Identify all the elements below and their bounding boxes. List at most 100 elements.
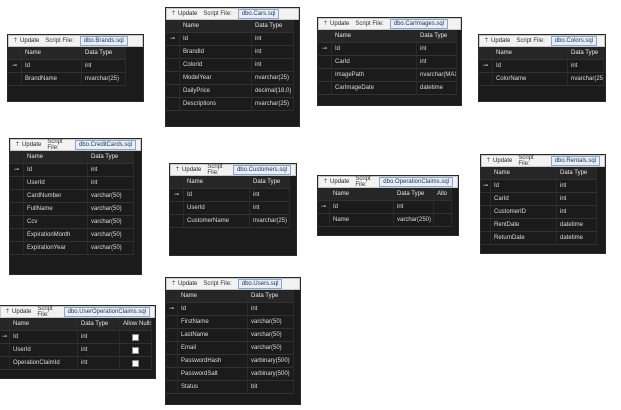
- script-file-name[interactable]: dbo.Cars.sql: [237, 9, 280, 19]
- data-type-cell[interactable]: int: [557, 180, 597, 193]
- column-name-cell[interactable]: UserId: [10, 344, 78, 357]
- data-type-cell[interactable]: varchar(50): [248, 316, 294, 329]
- column-name-cell[interactable]: Id: [330, 201, 394, 214]
- column-name-cell[interactable]: ImagePath: [332, 69, 417, 82]
- data-type-cell[interactable]: int: [248, 303, 294, 316]
- column-name-cell[interactable]: UserId: [184, 202, 250, 215]
- column-name-cell[interactable]: Id: [184, 189, 250, 202]
- script-file-name[interactable]: dbo.OperationClaims.sql: [379, 177, 453, 187]
- data-type-cell[interactable]: int: [394, 201, 434, 214]
- allow-nulls-checkbox[interactable]: [132, 333, 139, 341]
- update-button[interactable]: ⇡ Update: [484, 38, 510, 44]
- column-name-cell[interactable]: ColorId: [180, 59, 252, 72]
- column-name-cell[interactable]: UserId: [24, 177, 88, 190]
- data-type-cell[interactable]: int: [568, 60, 604, 73]
- data-type-cell[interactable]: nvarchar(25): [252, 98, 294, 111]
- data-type-cell[interactable]: int: [78, 344, 120, 357]
- update-button[interactable]: ⇡ Update: [323, 21, 349, 27]
- update-button[interactable]: ⇡ Update: [15, 142, 41, 148]
- update-button[interactable]: ⇡ Update: [171, 11, 197, 17]
- data-type-cell[interactable]: nvarchar(25): [82, 73, 126, 86]
- script-file-name[interactable]: dbo.Colors.sql: [550, 36, 598, 46]
- column-name-cell[interactable]: PasswordHash: [178, 355, 248, 368]
- column-name-cell[interactable]: Id: [491, 180, 557, 193]
- data-type-cell[interactable]: int: [88, 164, 134, 177]
- column-name-cell[interactable]: FullName: [24, 203, 88, 216]
- data-type-cell[interactable]: int: [88, 177, 134, 190]
- script-file-name[interactable]: dbo.CreditCards.sql: [74, 140, 136, 150]
- data-type-cell[interactable]: int: [417, 43, 457, 56]
- column-name-cell[interactable]: ExpirationMonth: [24, 229, 88, 242]
- column-name-cell[interactable]: LastName: [178, 329, 248, 342]
- data-type-cell[interactable]: int: [78, 331, 120, 344]
- column-name-cell[interactable]: ReturnDate: [491, 232, 557, 245]
- extra-cell[interactable]: [434, 201, 452, 214]
- column-name-cell[interactable]: Id: [10, 331, 78, 344]
- column-name-cell[interactable]: BrandId: [180, 46, 252, 59]
- data-type-cell[interactable]: nvarchar(25): [252, 72, 294, 85]
- data-type-cell[interactable]: datetime: [557, 219, 597, 232]
- data-type-cell[interactable]: varchar(50): [88, 190, 134, 203]
- column-name-cell[interactable]: Id: [24, 164, 88, 177]
- script-file-name[interactable]: dbo.UserOperationClaims.sql: [63, 307, 150, 317]
- data-type-cell[interactable]: int: [417, 56, 457, 69]
- column-name-cell[interactable]: Id: [180, 33, 252, 46]
- column-name-cell[interactable]: DailyPrice: [180, 85, 252, 98]
- data-type-cell[interactable]: varchar(50): [88, 203, 134, 216]
- data-type-cell[interactable]: decimal(18,0): [252, 85, 294, 98]
- column-name-cell[interactable]: CarImageDate: [332, 82, 417, 95]
- column-name-cell[interactable]: Descriptions: [180, 98, 252, 111]
- data-type-cell[interactable]: varchar(250): [394, 214, 434, 227]
- script-file-name[interactable]: dbo.CarImages.sql: [389, 19, 449, 29]
- data-type-cell[interactable]: datetime: [557, 232, 597, 245]
- data-type-cell[interactable]: int: [557, 193, 597, 206]
- script-file-name[interactable]: dbo.Users.sql: [237, 279, 283, 289]
- column-name-cell[interactable]: FirstName: [178, 316, 248, 329]
- column-name-cell[interactable]: ColorName: [493, 73, 568, 86]
- allow-nulls-checkbox[interactable]: [132, 346, 139, 354]
- allow-nulls-cell[interactable]: [120, 331, 152, 344]
- data-type-cell[interactable]: int: [252, 46, 294, 59]
- column-name-cell[interactable]: Id: [332, 43, 417, 56]
- column-name-cell[interactable]: Id: [178, 303, 248, 316]
- column-name-cell[interactable]: CarId: [332, 56, 417, 69]
- column-name-cell[interactable]: CardNumber: [24, 190, 88, 203]
- data-type-cell[interactable]: int: [252, 59, 294, 72]
- data-type-cell[interactable]: nvarchar(25): [568, 73, 604, 86]
- column-name-cell[interactable]: OperationClaimId: [10, 357, 78, 370]
- update-button[interactable]: ⇡ Update: [175, 167, 201, 173]
- column-name-cell[interactable]: Ccv: [24, 216, 88, 229]
- data-type-cell[interactable]: datetime: [417, 82, 457, 95]
- column-name-cell[interactable]: Id: [493, 60, 568, 73]
- allow-nulls-cell[interactable]: [120, 344, 152, 357]
- data-type-cell[interactable]: int: [250, 202, 290, 215]
- update-button[interactable]: ⇡ Update: [13, 38, 39, 44]
- allow-nulls-checkbox[interactable]: [132, 359, 139, 367]
- data-type-cell[interactable]: int: [78, 357, 120, 370]
- script-file-name[interactable]: dbo.Customers.sql: [232, 165, 291, 175]
- data-type-cell[interactable]: int: [82, 60, 126, 73]
- column-name-cell[interactable]: BrandName: [22, 73, 82, 86]
- update-button[interactable]: ⇡ Update: [171, 281, 197, 287]
- column-name-cell[interactable]: Status: [178, 381, 248, 394]
- update-button[interactable]: ⇡ Update: [5, 309, 31, 315]
- column-name-cell[interactable]: CustomerName: [184, 215, 250, 228]
- column-name-cell[interactable]: CustomerID: [491, 206, 557, 219]
- data-type-cell[interactable]: int: [252, 33, 294, 46]
- data-type-cell[interactable]: nvarchar(MAX): [417, 69, 457, 82]
- data-type-cell[interactable]: varchar(50): [88, 242, 134, 255]
- data-type-cell[interactable]: varchar(50): [248, 329, 294, 342]
- column-name-cell[interactable]: Id: [22, 60, 82, 73]
- script-file-name[interactable]: dbo.Rentals.sql: [550, 156, 600, 166]
- update-button[interactable]: ⇡ Update: [323, 179, 349, 185]
- column-name-cell[interactable]: ModelYear: [180, 72, 252, 85]
- update-button[interactable]: ⇡ Update: [486, 158, 512, 164]
- data-type-cell[interactable]: varchar(50): [248, 342, 294, 355]
- column-name-cell[interactable]: Email: [178, 342, 248, 355]
- column-name-cell[interactable]: CarId: [491, 193, 557, 206]
- allow-nulls-cell[interactable]: [120, 357, 152, 370]
- data-type-cell[interactable]: varchar(50): [88, 229, 134, 242]
- data-type-cell[interactable]: nvarchar(25): [250, 215, 290, 228]
- column-name-cell[interactable]: PasswordSalt: [178, 368, 248, 381]
- data-type-cell[interactable]: varbinary(500): [248, 368, 294, 381]
